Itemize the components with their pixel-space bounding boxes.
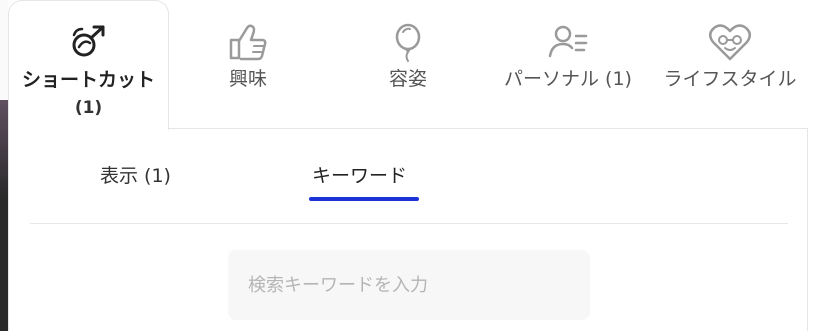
active-subtab-indicator [309,197,419,201]
tab-shortcut-label: ショートカット [21,69,155,91]
tab-appearance[interactable]: 容姿 [348,0,468,128]
tab-interests[interactable]: 興味 [188,0,308,128]
tab-shortcut-count: (1) [74,98,103,118]
heart-face-icon [707,22,753,62]
shortcut-icon [67,23,111,63]
thumbs-up-icon [227,22,269,62]
tab-appearance-label: 容姿 [388,68,427,90]
sub-tab-bar: 表示 (1) キーワード [30,130,788,224]
person-list-icon [546,22,590,62]
tab-lifestyle-label: ライフスタイル [663,68,797,90]
tab-shortcut[interactable]: ショートカット (1) [8,0,169,130]
tab-personal-label: パーソナル (1) [504,68,632,90]
tab-personal[interactable]: パーソナル (1) [496,0,640,128]
left-edge-top [0,0,8,100]
balloon-icon [390,22,426,62]
tab-interests-label: 興味 [228,68,267,90]
keyword-filter-page: ショートカット (1) 興味 容姿 パーソナル (1) ライフスタイル 表示 (… [0,0,814,331]
keyword-search-input[interactable] [228,250,590,320]
tab-lifestyle[interactable]: ライフスタイル [657,0,803,128]
subtab-display[interactable]: 表示 (1) [100,164,171,188]
subtab-keyword[interactable]: キーワード [312,164,407,188]
